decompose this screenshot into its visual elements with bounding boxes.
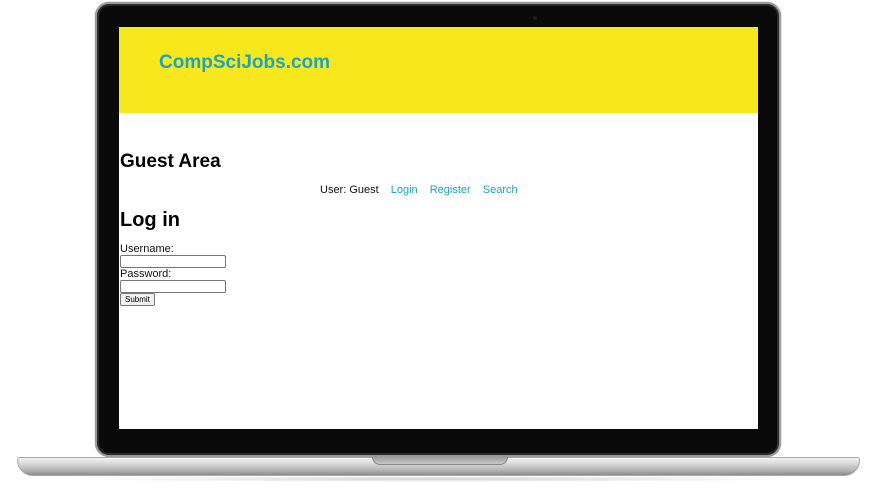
laptop-mockup: CompSciJobs.com Guest Area User: Guest L… xyxy=(0,0,874,494)
login-form: Username: Password: Submit xyxy=(120,243,320,306)
site-logo-link[interactable]: CompSciJobs.com xyxy=(159,52,330,74)
site-header: CompSciJobs.com xyxy=(119,27,758,113)
submit-button[interactable]: Submit xyxy=(120,293,155,306)
current-user-label: User: Guest xyxy=(320,184,379,196)
password-input[interactable] xyxy=(120,280,226,293)
register-link[interactable]: Register xyxy=(430,184,471,196)
user-nav-bar: User: Guest Login Register Search xyxy=(320,184,527,196)
username-label: Username: xyxy=(120,243,174,255)
laptop-shadow xyxy=(60,476,816,482)
laptop-base-notch xyxy=(372,457,508,465)
laptop-screen: CompSciJobs.com Guest Area User: Guest L… xyxy=(119,27,758,429)
username-input[interactable] xyxy=(120,255,226,268)
login-heading: Log in xyxy=(120,209,180,231)
camera-icon xyxy=(533,16,537,20)
guest-area-heading: Guest Area xyxy=(120,151,221,172)
login-link[interactable]: Login xyxy=(391,184,418,196)
search-link[interactable]: Search xyxy=(483,184,518,196)
password-label: Password: xyxy=(120,268,172,280)
laptop-base xyxy=(17,457,860,476)
